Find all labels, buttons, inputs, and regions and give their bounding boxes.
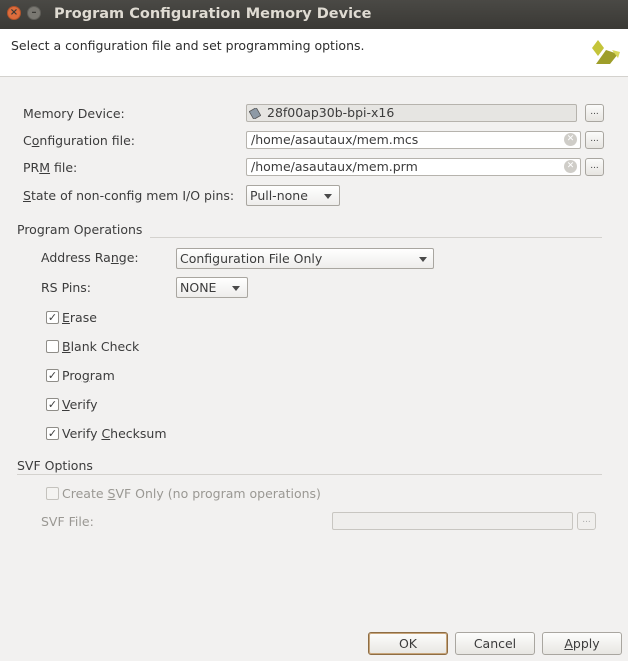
program-operations-divider (150, 237, 602, 238)
config-file-browse-button[interactable]: ... (585, 131, 604, 149)
minimize-window-button[interactable]: – (27, 6, 41, 20)
rs-pins-dropdown[interactable]: NONE (176, 277, 248, 298)
close-window-button[interactable]: × (7, 6, 21, 20)
clear-config-file-icon[interactable]: ✕ (564, 133, 577, 146)
create-svf-label: Create SVF Only (no program operations) (62, 486, 321, 501)
memory-device-field: 28f00ap30b-bpi-x16 (246, 104, 577, 122)
memory-device-label: Memory Device: (23, 106, 125, 121)
xilinx-logo (592, 40, 620, 64)
address-range-label: Address Range: (41, 250, 139, 265)
apply-button[interactable]: Apply (542, 632, 622, 655)
close-icon: × (9, 7, 19, 18)
program-label: Program (62, 368, 115, 383)
state-pins-label: State of non-config mem I/O pins: (23, 188, 235, 203)
config-file-label: Configuration file: (23, 133, 136, 148)
verify-checksum-label: Verify Checksum (62, 426, 167, 441)
create-svf-checkbox[interactable] (46, 487, 59, 500)
chevron-down-icon (419, 257, 427, 262)
program-operations-title: Program Operations (17, 222, 143, 237)
blank-check-checkbox[interactable] (46, 340, 59, 353)
erase-label: Erase (62, 310, 97, 325)
verify-checksum-checkbox[interactable]: ✓ (46, 427, 59, 440)
minimize-icon: – (31, 7, 37, 18)
chevron-down-icon (324, 194, 332, 199)
verify-label: Verify (62, 397, 98, 412)
cancel-button[interactable]: Cancel (455, 632, 535, 655)
chip-icon (249, 108, 261, 119)
prm-file-input[interactable]: /home/asautaux/mem.prm (246, 158, 581, 176)
blank-check-label: Blank Check (62, 339, 140, 354)
ok-button[interactable]: OK (368, 632, 448, 655)
program-checkbox[interactable]: ✓ (46, 369, 59, 382)
verify-checkbox[interactable]: ✓ (46, 398, 59, 411)
rs-pins-value: NONE (180, 280, 217, 295)
memory-device-value: 28f00ap30b-bpi-x16 (267, 105, 395, 120)
title-bar: × – Program Configuration Memory Device (0, 0, 628, 30)
chevron-down-icon (232, 286, 240, 291)
memory-device-browse-button[interactable]: ... (585, 104, 604, 122)
state-pins-value: Pull-none (250, 188, 308, 203)
svf-file-input[interactable] (332, 512, 573, 530)
window-title: Program Configuration Memory Device (54, 6, 372, 22)
dialog-subtitle: Select a configuration file and set prog… (11, 38, 365, 53)
svf-options-divider (17, 474, 602, 475)
rs-pins-label: RS Pins: (41, 280, 91, 295)
prm-file-browse-button[interactable]: ... (585, 158, 604, 176)
state-pins-dropdown[interactable]: Pull-none (246, 185, 340, 206)
clear-prm-file-icon[interactable]: ✕ (564, 160, 577, 173)
address-range-dropdown[interactable]: Configuration File Only (176, 248, 434, 269)
svf-options-title: SVF Options (17, 458, 93, 473)
svf-file-label: SVF File: (41, 514, 94, 529)
erase-checkbox[interactable]: ✓ (46, 311, 59, 324)
dialog-header: Select a configuration file and set prog… (0, 29, 628, 77)
svf-file-browse-button[interactable]: ... (577, 512, 596, 530)
address-range-value: Configuration File Only (180, 251, 323, 266)
prm-file-label: PRM file: (23, 160, 78, 175)
config-file-input[interactable]: /home/asautaux/mem.mcs (246, 131, 581, 149)
